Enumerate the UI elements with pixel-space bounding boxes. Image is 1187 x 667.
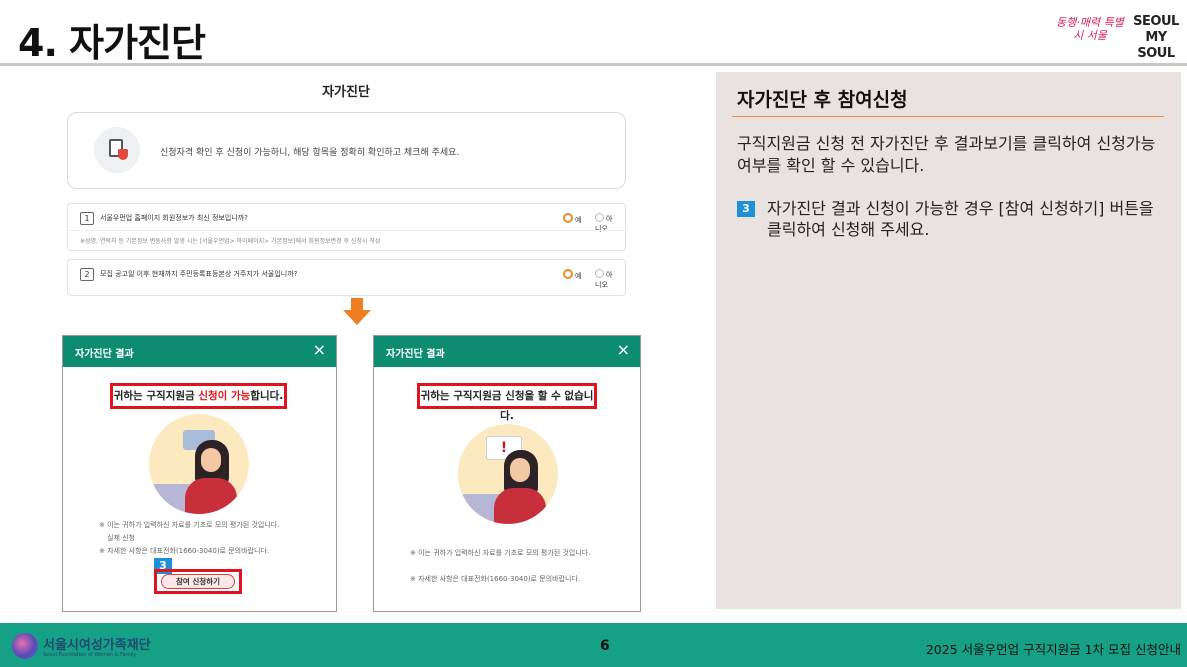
close-icon[interactable]: × [313,341,326,359]
panel-heading: 자가진단 후 참여신청 [737,89,908,111]
question-text: 모집 공고일 이후 현재까지 주민등록표등본상 거주지가 서울입니까? [100,270,298,278]
notice-line: ※ 이는 귀하가 입력하신 자료를 기초로 모의 평가된 것입니다. [99,521,280,529]
modal-title: 자가진단 결과 [75,349,134,360]
notice-line: ※ 자세한 사항은 대표전화(1660-3040)로 문의바랍니다. [410,575,581,583]
result-message: 귀하는 구직지원금 신청이 가능합니다. [110,383,287,409]
question-note: ※성명, 연락처 등 기본정보 변동사항 발생 시는 [서울우먼업> 마이페이지… [80,238,381,245]
question-number: 1 [80,212,94,225]
foundation-subtitle: Seoul Foundation of Women & Family [43,652,137,658]
result-text-highlight: 신청이 가능 [198,390,251,402]
yes-radio[interactable]: 예 [563,213,581,225]
foundation-name: 서울시여성가족재단 [43,638,151,653]
seoul-my-soul-text: SEOUL MY SOUL [1133,14,1179,61]
explanation-panel: 자가진단 후 참여신청 구직지원금 신청 전 자가진단 후 결과보기를 클릭하여… [716,72,1181,609]
document-check-icon [94,127,140,173]
apply-button[interactable]: 참여 신청하기 [161,574,235,589]
question-1: 1 서울우먼업 홈페이지 회원정보가 최신 정보입니까? 예 아니오 ※성명, … [67,203,626,251]
seoul-my-soul-logo: SEOUL MY SOUL [1132,14,1180,61]
no-radio[interactable]: 아니오 [595,269,616,290]
question-text: 서울우먼업 홈페이지 회원정보가 최신 정보입니까? [100,214,248,222]
panel-paragraph: 구직지원금 신청 전 자가진단 후 결과보기를 클릭하여 신청가능 여부를 확인… [737,134,1156,175]
form-title: 자가진단 [322,85,370,100]
notice-line: ※ 자세한 사항은 대표전화(1660-3040)로 문의바랍니다. [99,547,270,555]
result-modal-eligible: 자가진단 결과 × 귀하는 구직지원금 신청이 가능합니다. ※ 이는 귀하가 … [62,335,337,612]
result-text-pre: 귀하는 구직지원금 [113,390,199,402]
notice-line: 실제 신청 [107,534,135,542]
slide: 4. 자가진단 동행·매력 특별시 서울 SEOUL MY SOUL 자가진단 … [0,0,1187,667]
info-text: 신청자격 확인 후 신청이 가능하니, 해당 항목을 정확히 확인하고 체크해 … [160,148,460,158]
result-message: 귀하는 구직지원금 신청을 할 수 없습니다. [417,383,597,422]
woman-illustration [149,414,249,514]
question-2: 2 모집 공고일 이후 현재까지 주민등록표등본상 거주지가 서울입니까? 예 … [67,259,626,296]
seoul-slogan-logo: 동행·매력 특별시 서울 [1052,16,1128,48]
foundation-logo-icon [12,633,38,659]
slide-title: 4. 자가진단 [18,21,206,65]
step-3-badge: 3 [737,201,755,217]
woman-warning-illustration: ! [458,424,558,524]
modal-header: 자가진단 결과 × [374,336,640,367]
yes-radio[interactable]: 예 [563,269,581,281]
divider [68,230,625,231]
seoul-slogan-text: 동행·매력 특별시 서울 [1056,16,1124,42]
step-text: 자가진단 결과 신청이 가능한 경우 [참여 신청하기] 버튼을 클릭하여 신청… [767,199,1154,239]
question-number: 2 [80,268,94,281]
modal-header: 자가진단 결과 × [63,336,336,367]
diagnosis-form-screenshot: 자가진단 신청자격 확인 후 신청이 가능하니, 해당 항목을 정확히 확인하고… [62,72,630,304]
close-icon[interactable]: × [617,341,630,359]
footer-title: 2025 서울우먼업 구직지원금 1차 모집 신청안내 [925,642,1181,657]
page-number: 6 [600,638,610,654]
heading-underline [732,116,1164,117]
info-box: 신청자격 확인 후 신청이 가능하니, 해당 항목을 정확히 확인하고 체크해 … [67,112,626,189]
footer-bar: 서울시여성가족재단 Seoul Foundation of Women & Fa… [0,623,1187,667]
modal-title: 자가진단 결과 [386,349,445,360]
result-modal-ineligible: 자가진단 결과 × 귀하는 구직지원금 신청을 할 수 없습니다. ! ※ 이는… [373,335,641,612]
result-text-post: 합니다. [250,390,284,402]
title-divider [0,63,1187,66]
down-arrow-icon [343,298,371,325]
notice-line: ※ 이는 귀하가 입력하신 자료를 기초로 모의 평가된 것입니다. [410,549,591,557]
apply-button-highlight: 참여 신청하기 [154,569,242,594]
